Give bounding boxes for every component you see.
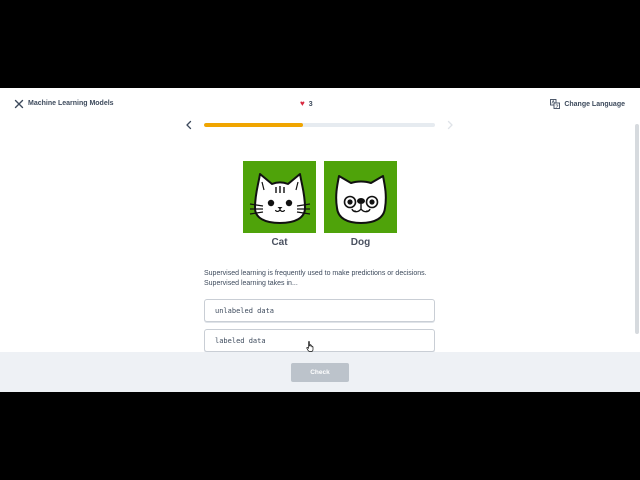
chevron-right-icon[interactable]	[445, 120, 455, 130]
progress-bar	[204, 123, 435, 127]
course-title: Machine Learning Models	[28, 100, 114, 107]
answer-option-label: unlabeled data	[215, 306, 275, 315]
change-language-label: Change Language	[564, 100, 625, 108]
close-icon[interactable]	[14, 99, 24, 109]
top-bar: Machine Learning Models ♥ 3 Change Langu…	[0, 88, 640, 120]
answer-option-unlabeled-data[interactable]: unlabeled data	[204, 299, 435, 322]
dog-face-icon	[334, 175, 387, 224]
scrollbar[interactable]	[635, 124, 639, 334]
progress-fill	[204, 123, 304, 127]
translate-icon	[550, 99, 561, 109]
lesson-screen: Machine Learning Models ♥ 3 Change Langu…	[0, 88, 640, 392]
lives-counter: ♥ 3	[300, 99, 313, 109]
answer-option-label: labeled data	[215, 336, 266, 345]
picture-card-dog: Dog	[324, 161, 397, 248]
chevron-left-icon[interactable]	[184, 120, 194, 130]
question-text: Supervised learning is frequently used t…	[204, 270, 427, 287]
change-language-button[interactable]: Change Language	[550, 99, 625, 109]
check-button[interactable]: Check	[291, 363, 349, 382]
picture-card-cat: Cat	[243, 161, 316, 248]
heart-icon: ♥	[300, 99, 305, 108]
hand-cursor-icon	[306, 341, 314, 352]
picture-group: Cat Dog	[243, 161, 397, 248]
picture-label-dog: Dog	[350, 237, 371, 248]
cat-image	[243, 161, 316, 233]
lives-count: 3	[308, 100, 313, 108]
answer-option-labeled-data[interactable]: labeled data	[204, 329, 435, 352]
dog-image	[324, 161, 397, 233]
progress-row	[0, 118, 640, 132]
picture-label-cat: Cat	[271, 237, 288, 248]
cat-face-icon	[249, 173, 310, 224]
footer-bar: Check	[0, 352, 640, 392]
